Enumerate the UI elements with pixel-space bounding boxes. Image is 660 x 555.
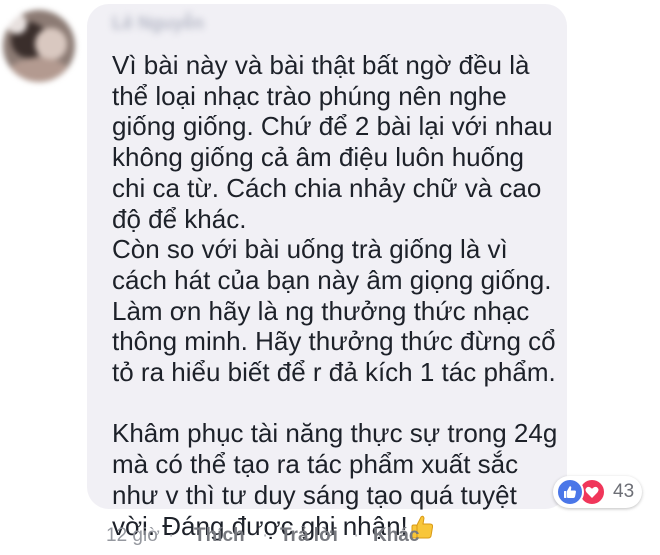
comment-line: cách hát của bạn này âm giọng giống.	[112, 264, 552, 295]
comment-line: Làm ơn hãy là ng thưởng thức nhạc	[112, 295, 530, 326]
separator-dot: ·	[168, 525, 175, 546]
comment-line: độ để khác.	[112, 203, 247, 234]
comment-line: như v thì tư duy sáng tạo quá tuyệt	[112, 479, 517, 510]
avatar[interactable]	[3, 10, 75, 82]
comment-line: mà có thể tạo ra tác phẩm xuất sắc	[112, 449, 519, 480]
comment-line: Khâm phục tài năng thực sự trong 24g	[112, 418, 558, 449]
reply-button[interactable]: Trả lời	[280, 524, 338, 548]
comment-line: tỏ ra hiểu biết để r đả kích 1 tác phẩm.	[112, 357, 556, 388]
separator-dot: ·	[353, 525, 360, 546]
comment-line: thông minh. Hãy thưởng thức đừng cổ	[112, 326, 556, 357]
comment-line: Còn so với bài uống trà giống là vì	[112, 234, 508, 265]
like-icon	[556, 478, 584, 506]
like-button[interactable]: Thích	[194, 524, 245, 548]
separator-dot: ·	[262, 525, 269, 546]
comment-line: thể loại nhạc trào phúng nên nghe	[112, 80, 507, 111]
comment-line: giống giống. Chứ để 2 bài lại với nhau	[112, 111, 553, 142]
comment-line-blank: ​	[112, 388, 582, 419]
timestamp[interactable]: 12 giờ	[106, 524, 160, 548]
comment-container: Lê Nguyễn Vì bài này và bài thật bất ngờ…	[0, 0, 660, 555]
comment-line: Vì bài này và bài thật bất ngờ đều là	[112, 50, 530, 80]
reactions-summary[interactable]: 43	[553, 476, 643, 508]
comment-line: không giống cả âm điệu luôn huống	[112, 142, 524, 173]
comment-body: Vì bài này và bài thật bất ngờ đều là thể…	[112, 50, 582, 541]
more-button[interactable]: Khác	[373, 524, 419, 548]
reaction-count: 43	[613, 481, 635, 502]
comment-line: chi ca từ. Cách chia nhảy chữ và cao	[112, 172, 542, 203]
author-name[interactable]: Lê Nguyễn	[112, 12, 232, 34]
comment-last-line: vời. Đáng được ghi nhận!	[112, 511, 582, 542]
